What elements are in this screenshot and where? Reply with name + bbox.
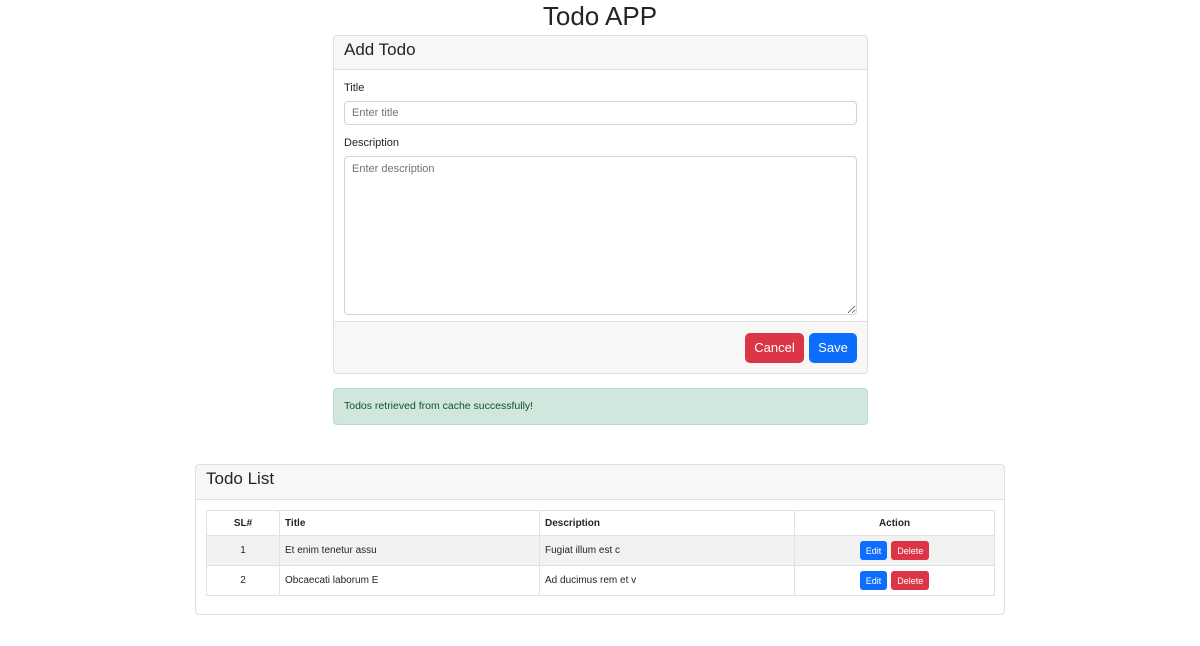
add-todo-form: Title Description xyxy=(334,70,867,315)
app-title: Todo APP xyxy=(542,1,658,31)
row-actions: Edit Delete xyxy=(794,535,995,566)
column-header-description: Description xyxy=(539,510,795,536)
table-row: 1 Et enim tenetur assu Fugiat illum est … xyxy=(206,535,995,566)
delete-button[interactable]: Delete xyxy=(891,541,930,560)
cancel-button[interactable]: Cancel xyxy=(745,332,804,363)
description-textarea[interactable] xyxy=(344,156,857,315)
row-sl: 2 xyxy=(206,565,280,596)
add-todo-header: Add Todo xyxy=(334,36,867,70)
edit-button[interactable]: Edit xyxy=(859,571,888,590)
delete-button[interactable]: Delete xyxy=(891,571,930,590)
todo-list-header: Todo List xyxy=(196,465,1004,500)
add-todo-footer: Cancel Save xyxy=(334,321,867,373)
todo-table-wrapper: SL# Title Description Action 1 Et enim t… xyxy=(196,500,1004,606)
column-header-title: Title xyxy=(279,510,540,536)
table-row: 2 Obcaecati laborum E Ad ducimus rem et … xyxy=(206,565,995,596)
row-description: Ad ducimus rem et v xyxy=(539,565,795,596)
row-title: Et enim tenetur assu xyxy=(279,535,540,566)
column-header-sl: SL# xyxy=(206,510,280,536)
title-input[interactable] xyxy=(344,101,857,125)
table-header-row: SL# Title Description Action xyxy=(206,510,995,536)
column-header-action: Action xyxy=(794,510,995,536)
row-description: Fugiat illum est c xyxy=(539,535,795,566)
row-title: Obcaecati laborum E xyxy=(279,565,540,596)
todo-list-card: Todo List SL# Title Description Action 1… xyxy=(195,464,1005,615)
row-actions: Edit Delete xyxy=(794,565,995,596)
success-alert: Todos retrieved from cache successfully! xyxy=(333,388,868,425)
save-button[interactable]: Save xyxy=(809,332,857,363)
title-label: Title xyxy=(344,82,365,94)
add-todo-card: Add Todo Title Description Cancel Save xyxy=(333,35,868,374)
todo-table: SL# Title Description Action 1 Et enim t… xyxy=(206,510,995,596)
row-sl: 1 xyxy=(206,535,280,566)
edit-button[interactable]: Edit xyxy=(859,541,888,560)
description-label: Description xyxy=(344,137,400,149)
